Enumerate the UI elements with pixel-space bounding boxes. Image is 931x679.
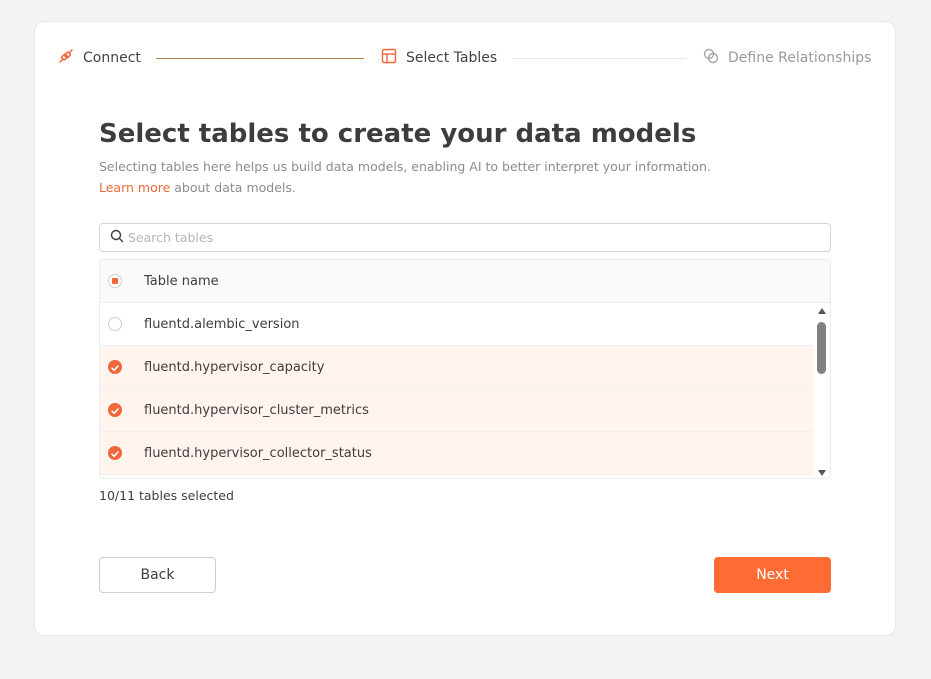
back-button[interactable]: Back [99, 557, 216, 593]
step-connector-done [156, 58, 364, 59]
column-header-table-name: Table name [144, 273, 219, 289]
step-select-tables[interactable]: Select Tables [380, 47, 497, 69]
row-checkbox[interactable] [108, 317, 122, 331]
wizard-card: Connect Select Tables Define Relationshi… [34, 21, 896, 636]
scrollbar-thumb[interactable] [817, 322, 826, 374]
checkmark-icon [111, 365, 119, 372]
tables-list: Table name fluentd.alembic_version fluen… [99, 259, 831, 479]
search-box [99, 223, 831, 252]
stepper: Connect Select Tables Define Relationshi… [57, 47, 877, 69]
table-name: fluentd.hypervisor_cluster_metrics [144, 402, 369, 418]
scroll-up-arrow-icon[interactable] [818, 308, 826, 314]
search-icon [100, 228, 128, 247]
table-row[interactable]: fluentd.hypervisor_capacity [100, 346, 816, 389]
relationship-icon [702, 47, 728, 69]
table-row[interactable]: fluentd.hypervisor_cluster_metrics [100, 389, 816, 432]
page-description: Selecting tables here helps us build dat… [99, 156, 739, 198]
row-checkbox[interactable] [108, 403, 122, 417]
row-checkbox[interactable] [108, 360, 122, 374]
table-row[interactable]: fluentd.alembic_version [100, 303, 816, 346]
step-connect[interactable]: Connect [57, 47, 141, 69]
checkmark-icon [111, 451, 119, 458]
table-scrollbar[interactable] [814, 304, 830, 478]
table-name: fluentd.hypervisor_capacity [144, 359, 325, 375]
description-text: Selecting tables here helps us build dat… [99, 159, 711, 174]
page-title: Select tables to create your data models [99, 119, 697, 149]
row-checkbox[interactable] [108, 446, 122, 460]
checkmark-icon [111, 408, 119, 415]
plug-icon [57, 47, 83, 69]
table-row[interactable]: fluentd.hypervisor_collector_status [100, 432, 816, 475]
learn-more-suffix: about data models. [170, 180, 296, 195]
step-connector-pending [512, 58, 686, 59]
learn-more-link[interactable]: Learn more [99, 180, 170, 195]
select-all-checkbox[interactable] [108, 274, 122, 288]
search-input[interactable] [128, 230, 808, 245]
table-name: fluentd.hypervisor_collector_status [144, 445, 372, 461]
scroll-down-arrow-icon[interactable] [818, 470, 826, 476]
step-label: Connect [83, 50, 141, 66]
table-icon [380, 47, 406, 69]
step-label: Define Relationships [728, 50, 872, 66]
selection-count: 10/11 tables selected [99, 488, 234, 503]
step-define-relationships[interactable]: Define Relationships [702, 47, 871, 69]
table-name: fluentd.alembic_version [144, 316, 300, 332]
next-button[interactable]: Next [714, 557, 831, 593]
step-label: Select Tables [406, 50, 498, 66]
table-header: Table name [100, 260, 830, 303]
